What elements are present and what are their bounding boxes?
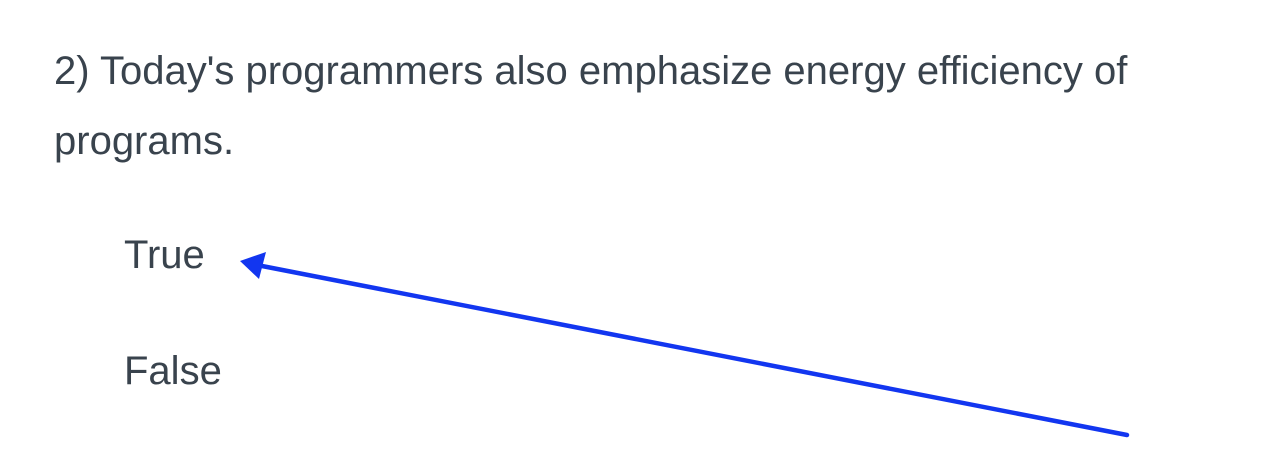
question-text: 2) Today's programmers also emphasize en… xyxy=(54,49,1128,163)
arrow-shaft xyxy=(259,263,1130,438)
option-false[interactable]: False xyxy=(124,338,222,404)
arrow-head-icon xyxy=(240,252,266,279)
answer-options: True False xyxy=(124,222,222,404)
option-true[interactable]: True xyxy=(124,222,222,288)
